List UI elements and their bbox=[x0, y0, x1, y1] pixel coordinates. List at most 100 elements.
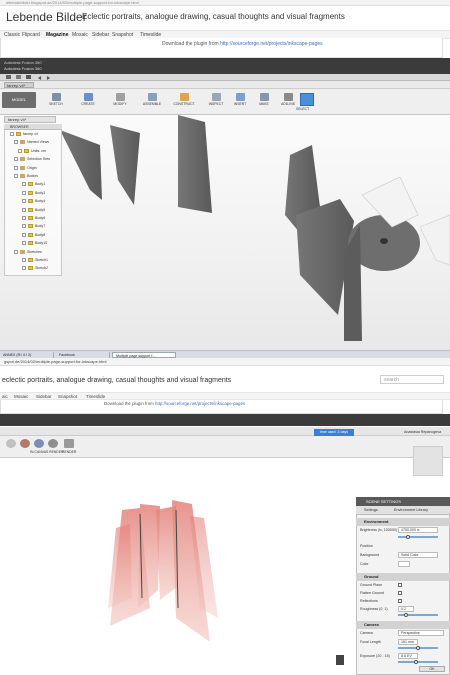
tree-item[interactable]: fanrep v4 bbox=[10, 131, 38, 138]
visibility-checkbox[interactable] bbox=[22, 182, 26, 187]
insert-tool[interactable]: INSERT bbox=[232, 92, 248, 106]
plugin-download-link-lower[interactable]: http://sourceforge.net/projects/inkscape… bbox=[155, 401, 245, 406]
roughness-input[interactable]: 0.2 bbox=[398, 606, 414, 612]
focal-length-input[interactable]: 161 mm bbox=[398, 639, 418, 645]
browser-panel-header[interactable]: BROWSER bbox=[4, 124, 62, 130]
blog-nav-lower-aic[interactable]: aic bbox=[2, 394, 8, 399]
brightness-slider-knob[interactable] bbox=[406, 535, 410, 539]
color-swatch[interactable] bbox=[398, 561, 410, 567]
ground-plane-checkbox[interactable] bbox=[398, 583, 402, 587]
blog-nav-lower-sidebar[interactable]: Sidebar bbox=[36, 394, 52, 399]
visibility-checkbox[interactable] bbox=[10, 132, 14, 136]
sketch-tool[interactable]: SKETCH bbox=[48, 92, 64, 106]
pause-render-icon[interactable] bbox=[336, 655, 344, 665]
tree-item[interactable]: Body1 bbox=[22, 181, 45, 188]
search-input[interactable]: search bbox=[380, 375, 444, 384]
visibility-checkbox[interactable] bbox=[14, 249, 18, 254]
blog-nav-lower-snapshot[interactable]: Snapshot bbox=[58, 394, 77, 399]
grid-icon[interactable] bbox=[6, 75, 11, 79]
visibility-checkbox[interactable] bbox=[22, 224, 26, 229]
blog-nav-lower-mosaic[interactable]: Mosaic bbox=[14, 394, 28, 399]
save-icon[interactable] bbox=[26, 75, 31, 79]
brightness-input[interactable]: 4750.000 lx bbox=[398, 527, 438, 533]
exposure-input[interactable]: 8.6 EV bbox=[398, 653, 418, 659]
focal-length-slider-knob[interactable] bbox=[416, 646, 420, 650]
modify-tool[interactable]: MODIFY bbox=[112, 92, 128, 106]
tab-settings[interactable]: Settings bbox=[364, 508, 378, 512]
fin-body-2[interactable] bbox=[110, 125, 140, 205]
visibility-checkbox[interactable] bbox=[22, 199, 26, 204]
make-tool[interactable]: MAKE bbox=[256, 92, 272, 106]
flatten-ground-checkbox[interactable] bbox=[398, 591, 402, 595]
tab-fanrep[interactable]: fanrep v4* bbox=[4, 82, 34, 88]
exposure-slider-knob[interactable] bbox=[414, 660, 418, 664]
tree-item[interactable]: Body4 bbox=[22, 198, 45, 205]
reflections-checkbox[interactable] bbox=[398, 599, 402, 603]
redo-icon[interactable] bbox=[47, 76, 50, 80]
file-icon[interactable] bbox=[16, 75, 21, 79]
undo-icon[interactable] bbox=[38, 76, 41, 80]
scene-settings-title[interactable]: SCENE SETTINGS bbox=[356, 497, 450, 506]
visibility-checkbox[interactable] bbox=[22, 258, 26, 262]
environment-section[interactable]: Environment bbox=[356, 518, 450, 526]
render-label[interactable]: RENDER bbox=[62, 450, 76, 454]
visibility-checkbox[interactable] bbox=[14, 174, 18, 178]
tree-item[interactable]: Units: cm bbox=[18, 148, 46, 155]
fin-body-8[interactable] bbox=[419, 214, 450, 266]
visibility-checkbox[interactable] bbox=[22, 207, 26, 212]
workspace-mode-button[interactable]: MODEL bbox=[2, 92, 36, 108]
tab-environment-library[interactable]: Environment Library bbox=[394, 508, 428, 512]
fin-body-1[interactable] bbox=[60, 130, 102, 200]
visibility-checkbox[interactable] bbox=[22, 216, 26, 220]
exposure-slider[interactable] bbox=[398, 661, 438, 663]
tree-item[interactable]: Body7 bbox=[22, 223, 45, 230]
visibility-checkbox[interactable] bbox=[22, 232, 26, 237]
assemble-tool[interactable]: ASSEMBLE bbox=[143, 92, 161, 106]
model-canvas[interactable] bbox=[0, 115, 450, 350]
ok-button[interactable]: OK bbox=[419, 666, 445, 672]
tree-item[interactable]: Sketch2 bbox=[22, 265, 48, 272]
appearance-icon[interactable] bbox=[20, 439, 30, 448]
add-ins-tool[interactable]: ADD-INS bbox=[280, 92, 296, 106]
background-select[interactable]: Solid Color bbox=[398, 552, 438, 558]
camera-section[interactable]: Camera bbox=[356, 621, 450, 629]
visibility-checkbox[interactable] bbox=[22, 241, 26, 246]
tree-item[interactable]: Body8 bbox=[22, 232, 45, 239]
ground-section[interactable]: Ground bbox=[356, 573, 450, 581]
visibility-checkbox[interactable] bbox=[14, 140, 18, 145]
in-canvas-render-icon[interactable] bbox=[48, 439, 58, 448]
visibility-checkbox[interactable] bbox=[14, 165, 18, 170]
component-tab[interactable]: fanrep v4* bbox=[4, 116, 56, 123]
tree-item[interactable]: Origin bbox=[14, 165, 37, 172]
tree-item[interactable]: Body5 bbox=[22, 207, 45, 214]
scene-settings-icon[interactable] bbox=[6, 439, 16, 448]
visibility-checkbox[interactable] bbox=[14, 157, 18, 162]
blog-nav-lower-timeslide[interactable]: Timeslide bbox=[86, 394, 105, 399]
select-tool[interactable] bbox=[300, 93, 314, 106]
visibility-checkbox[interactable] bbox=[18, 148, 22, 153]
tree-item[interactable]: Named Views bbox=[14, 139, 49, 146]
tree-item[interactable]: Sketch1 bbox=[22, 257, 48, 264]
tree-item[interactable]: Selection Sets bbox=[14, 156, 50, 163]
visibility-checkbox[interactable] bbox=[22, 266, 26, 271]
in-canvas-render-label[interactable]: IN-CANVAS RENDER bbox=[30, 450, 63, 454]
camera-select[interactable]: Perspective bbox=[398, 630, 444, 636]
construct-tool[interactable]: CONSTRUCT bbox=[173, 92, 195, 106]
tree-item[interactable]: Bodies bbox=[14, 173, 38, 180]
roughness-slider-knob[interactable] bbox=[404, 613, 408, 617]
blog-title[interactable]: Lebende Bilder bbox=[6, 10, 87, 24]
plugin-download-link[interactable]: http://sourceforge.net/projects/inkscape… bbox=[220, 41, 323, 47]
brightness-slider[interactable] bbox=[398, 536, 438, 538]
inspect-tool[interactable]: INSPECT bbox=[208, 92, 224, 106]
visibility-checkbox[interactable] bbox=[22, 190, 26, 195]
tree-item[interactable]: Body3 bbox=[22, 190, 45, 197]
tree-item[interactable]: Body6 bbox=[22, 215, 45, 222]
fin-body-3[interactable] bbox=[178, 115, 212, 213]
trial-time-badge[interactable]: time used: 3 days bbox=[314, 429, 354, 436]
tree-item[interactable]: Sketches bbox=[14, 249, 42, 256]
tree-item[interactable]: Body10 bbox=[22, 240, 47, 247]
create-tool[interactable]: CREATE bbox=[80, 92, 96, 106]
browser-address-bar[interactable]: gspot.de/2014/02/multiple-page-support-f… bbox=[0, 358, 450, 366]
texture-map-icon[interactable] bbox=[34, 439, 44, 448]
render-icon[interactable] bbox=[64, 439, 74, 448]
